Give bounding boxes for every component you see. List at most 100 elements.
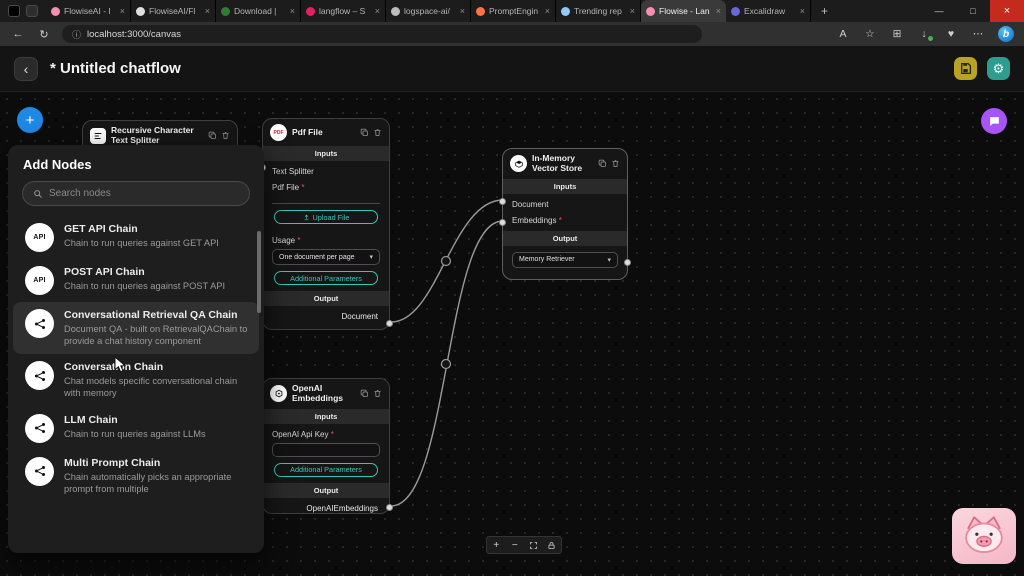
browser-tab[interactable]: FlowiseAI/Fl × xyxy=(131,0,216,22)
browser-tab[interactable]: Download | × xyxy=(216,0,301,22)
api-key-field[interactable] xyxy=(272,443,380,457)
settings-button[interactable]: ⚙ xyxy=(987,57,1010,80)
refresh-icon[interactable]: ↻ xyxy=(36,28,52,41)
tab-favicon xyxy=(306,7,315,16)
api-icon: API xyxy=(25,223,54,252)
add-nodes-panel: Add Nodes API GET API Chain Chain to run… xyxy=(8,145,264,553)
flowise-header: ‹ * Untitled chatflow ⚙ xyxy=(0,46,1024,92)
tab-close-icon[interactable]: × xyxy=(545,6,550,16)
delete-node-icon[interactable] xyxy=(373,389,382,398)
workspace-icon[interactable] xyxy=(8,5,20,17)
flow-canvas[interactable]: Recursive Character Text Splitter PDF Pd… xyxy=(0,92,1024,576)
browser-tab[interactable]: logspace-ai/ × xyxy=(386,0,471,22)
window-maximize-button[interactable]: □ xyxy=(956,0,990,22)
tab-close-icon[interactable]: × xyxy=(375,6,380,16)
output-handle-document[interactable] xyxy=(386,320,393,327)
tab-favicon xyxy=(731,7,740,16)
node-list-item-conversation-chain[interactable]: Conversation Chain Chat models specific … xyxy=(13,354,259,406)
tab-actions-icon[interactable] xyxy=(26,5,38,17)
node-list-item-multi-prompt-chain[interactable]: Multi Prompt Chain Chain automatically p… xyxy=(13,450,259,502)
vector-output-select[interactable]: Memory Retriever ▾ xyxy=(512,252,618,268)
input-api-key-label: OpenAI Api Key * xyxy=(263,424,389,440)
add-node-fab[interactable]: + xyxy=(17,107,43,133)
chevron-down-icon: ▾ xyxy=(369,253,373,261)
new-tab-button[interactable]: + xyxy=(811,0,838,22)
upload-icon xyxy=(303,214,310,221)
tab-favicon xyxy=(646,7,655,16)
panel-title: Add Nodes xyxy=(8,145,264,181)
usage-select[interactable]: One document per page ▾ xyxy=(272,249,380,265)
tab-close-icon[interactable]: × xyxy=(205,6,210,16)
site-info-icon[interactable]: ⓘ xyxy=(72,28,81,41)
tab-close-icon[interactable]: × xyxy=(800,6,805,16)
edge-midpoint-button[interactable] xyxy=(442,257,451,266)
search-nodes-box[interactable] xyxy=(22,181,250,206)
upload-file-button[interactable]: Upload File xyxy=(274,210,378,224)
browser-tab[interactable]: Excalidraw × xyxy=(726,0,811,22)
copilot-icon[interactable]: b xyxy=(998,26,1014,42)
duplicate-node-icon[interactable] xyxy=(208,131,217,140)
output-handle-openai-embeddings[interactable] xyxy=(386,504,393,511)
chevron-down-icon: ▾ xyxy=(607,256,611,264)
search-icon xyxy=(33,189,43,199)
browser-tab[interactable]: PromptEngin × xyxy=(471,0,556,22)
browser-tab[interactable]: Trending rep × xyxy=(556,0,641,22)
lock-canvas-button[interactable] xyxy=(543,537,562,553)
node-openai-embeddings[interactable]: OpenAI Embeddings Inputs OpenAI Api Key … xyxy=(262,378,390,514)
tab-close-icon[interactable]: × xyxy=(630,6,635,16)
back-icon[interactable]: ← xyxy=(10,28,26,40)
zoom-out-button[interactable]: − xyxy=(506,537,525,553)
url-text: localhost:3000/canvas xyxy=(87,29,181,40)
output-handle-retriever[interactable] xyxy=(624,259,631,266)
duplicate-node-icon[interactable] xyxy=(598,159,607,168)
node-in-memory-vector-store[interactable]: In-Memory Vector Store Inputs Document E… xyxy=(502,148,628,280)
browser-tab[interactable]: FlowiseAI - I × xyxy=(46,0,131,22)
search-nodes-input[interactable] xyxy=(49,188,239,199)
output-embeddings-label: OpenAIEmbeddings xyxy=(263,498,389,521)
node-list-item-llm-chain[interactable]: LLM Chain Chain to run queries against L… xyxy=(13,407,259,450)
window-minimize-button[interactable]: — xyxy=(922,0,956,22)
url-field[interactable]: ⓘ localhost:3000/canvas xyxy=(62,25,702,43)
browser-tab-active[interactable]: Flowise - Lan × xyxy=(641,0,726,22)
window-controls: — □ × xyxy=(922,0,1024,22)
fit-view-button[interactable] xyxy=(524,537,543,553)
chatflow-title: * Untitled chatflow xyxy=(50,60,181,77)
file-field[interactable] xyxy=(272,196,380,204)
favorites-icon[interactable]: ☆ xyxy=(863,28,877,40)
canvas-controls: + − xyxy=(486,536,562,554)
back-button[interactable]: ‹ xyxy=(14,57,38,81)
tab-close-icon[interactable]: × xyxy=(120,6,125,16)
delete-node-icon[interactable] xyxy=(221,131,230,140)
node-list-item-conversational-retrieval-qa-chain[interactable]: Conversational Retrieval QA Chain Docume… xyxy=(13,302,259,354)
chain-icon xyxy=(25,361,54,390)
panel-scrollbar[interactable] xyxy=(257,231,261,313)
node-list-item-post-api-chain[interactable]: API POST API Chain Chain to run queries … xyxy=(13,259,259,302)
delete-node-icon[interactable] xyxy=(373,128,382,137)
downloads-icon[interactable]: ↓ xyxy=(917,28,931,40)
read-aloud-icon[interactable]: A xyxy=(836,28,850,40)
chat-fab[interactable] xyxy=(981,108,1007,134)
tab-close-icon[interactable]: × xyxy=(716,6,721,16)
duplicate-node-icon[interactable] xyxy=(360,389,369,398)
text-splitter-icon xyxy=(90,128,106,144)
browser-tab[interactable]: langflow – S × xyxy=(301,0,386,22)
additional-parameters-button[interactable]: Additional Parameters xyxy=(274,463,378,477)
chain-icon xyxy=(25,457,54,486)
input-handle-embeddings[interactable] xyxy=(499,219,506,226)
node-pdf-file[interactable]: PDF Pdf File Inputs Text Splitter Pdf Fi… xyxy=(262,118,390,330)
window-close-button[interactable]: × xyxy=(990,0,1024,22)
collections-icon[interactable]: ⊞ xyxy=(890,28,904,40)
edge-midpoint-button[interactable] xyxy=(442,360,451,369)
tab-close-icon[interactable]: × xyxy=(460,6,465,16)
delete-node-icon[interactable] xyxy=(611,159,620,168)
node-list-item-get-api-chain[interactable]: API GET API Chain Chain to run queries a… xyxy=(13,216,259,259)
tab-close-icon[interactable]: × xyxy=(290,6,295,16)
zoom-in-button[interactable]: + xyxy=(487,537,506,553)
pig-icon xyxy=(955,511,1013,561)
browser-essentials-icon[interactable]: ♥ xyxy=(944,28,958,40)
duplicate-node-icon[interactable] xyxy=(360,128,369,137)
input-handle-document[interactable] xyxy=(499,198,506,205)
additional-parameters-button[interactable]: Additional Parameters xyxy=(274,271,378,285)
save-chatflow-button[interactable] xyxy=(954,57,977,80)
settings-more-icon[interactable]: ⋯ xyxy=(971,28,985,40)
